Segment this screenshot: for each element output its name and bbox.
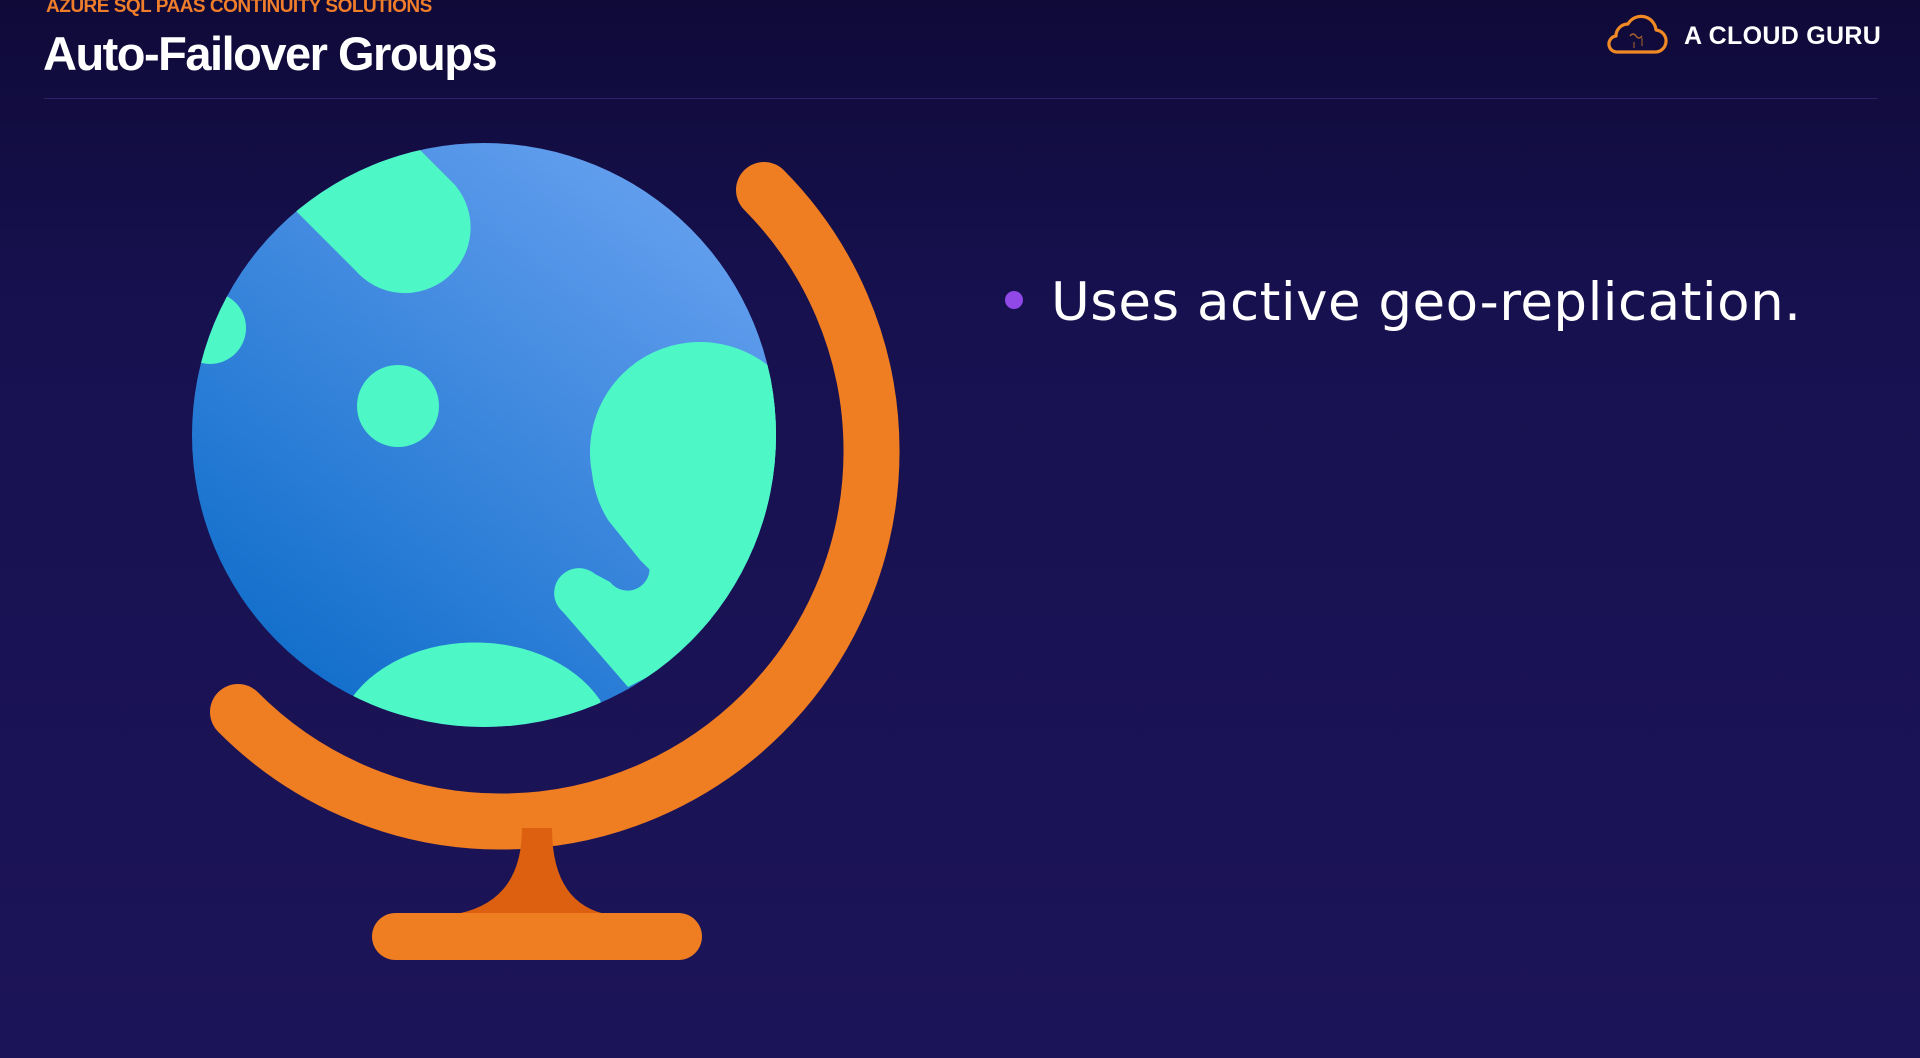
brand-logo: A CLOUD GURU <box>1604 14 1881 58</box>
globe-sphere <box>192 143 776 727</box>
bullet-text: Uses active geo-replication. <box>1051 272 1802 333</box>
bullet-list: Uses active geo-replication. <box>1005 272 1802 333</box>
brand-name: A CLOUD GURU <box>1684 21 1882 50</box>
globe-icon <box>192 143 900 960</box>
bullet-item: Uses active geo-replication. <box>1005 272 1802 333</box>
cloud-logo-icon <box>1607 14 1668 54</box>
bullet-dot-icon <box>1005 290 1023 309</box>
